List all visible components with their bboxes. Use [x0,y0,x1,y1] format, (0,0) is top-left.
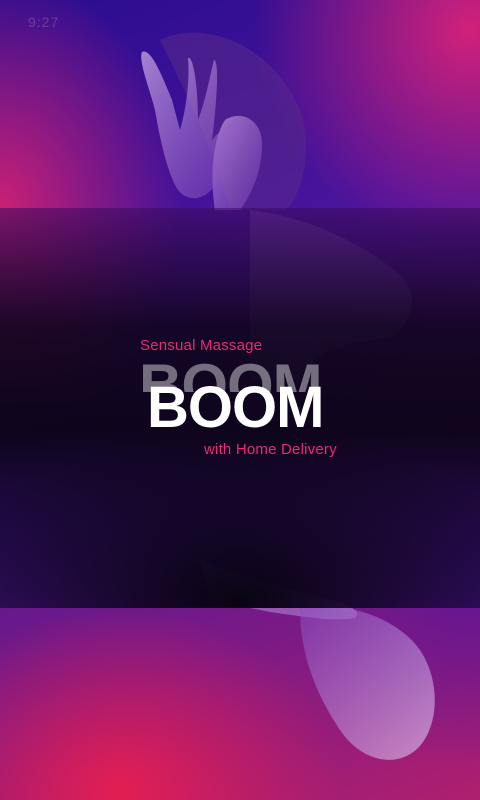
status-bar-time: 9:27 [28,14,60,30]
splash-screen: 9:27 Sensual Massage BOOM BOOM with Home… [0,0,480,800]
tagline-top: Sensual Massage [140,337,263,354]
tagline-bottom: with Home Delivery [204,441,337,458]
app-logo: BOOM [147,375,324,440]
